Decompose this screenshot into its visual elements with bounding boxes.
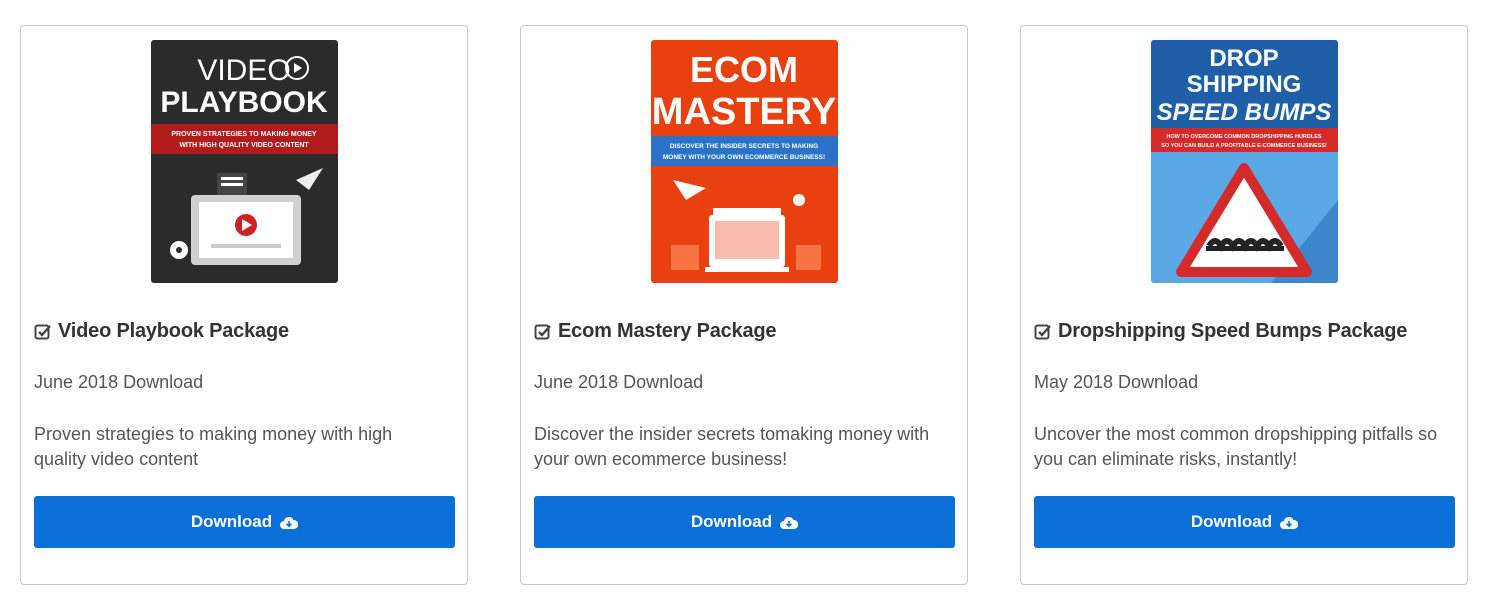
svg-text:DISCOVER THE INSIDER SECRETS T: DISCOVER THE INSIDER SECRETS TO MAKING bbox=[670, 143, 818, 150]
package-title-row: Video Playbook Package bbox=[34, 320, 289, 343]
cloud-download-icon bbox=[280, 515, 299, 529]
check-square-icon bbox=[1034, 323, 1052, 341]
svg-text:SHIPPING: SHIPPING bbox=[1187, 71, 1302, 98]
svg-text:HOW TO OVERCOME COMMON DROPSHI: HOW TO OVERCOME COMMON DROPSHIPPING HURD… bbox=[1166, 134, 1321, 140]
release-date: June 2018 Download bbox=[34, 372, 204, 392]
product-card-ecom-mastery: ECOM MASTERY DISCOVER THE INSIDER SECRET… bbox=[520, 25, 968, 585]
release-date: June 2018 Download bbox=[534, 372, 704, 392]
download-button-label: Download bbox=[1190, 512, 1273, 531]
cover-image[interactable]: DROP SHIPPING SPEED BUMPS HOW TO OVERCOM… bbox=[1151, 40, 1338, 283]
check-square-icon bbox=[534, 323, 552, 341]
svg-text:ECOM: ECOM bbox=[690, 49, 798, 90]
package-title: Dropshipping Speed Bumps Package bbox=[1058, 320, 1408, 342]
download-button[interactable]: Download bbox=[534, 496, 955, 548]
package-title-row: Ecom Mastery Package bbox=[534, 320, 777, 343]
product-card-dropshipping-speed-bumps: DROP SHIPPING SPEED BUMPS HOW TO OVERCOM… bbox=[1020, 25, 1468, 585]
package-title: Ecom Mastery Package bbox=[558, 320, 777, 342]
download-button-label: Download bbox=[690, 512, 773, 531]
cover-image[interactable]: VIDEO PLAYBOOK PROVEN STRATEGIES TO MAKI… bbox=[151, 40, 338, 283]
svg-text:PROVEN STRATEGIES TO MAKING MO: PROVEN STRATEGIES TO MAKING MONEY bbox=[171, 131, 317, 138]
svg-text:SPEED BUMPS: SPEED BUMPS bbox=[1157, 99, 1332, 126]
cloud-download-icon bbox=[780, 515, 799, 529]
cover-image[interactable]: ECOM MASTERY DISCOVER THE INSIDER SECRET… bbox=[651, 40, 838, 283]
product-card-video-playbook: VIDEO PLAYBOOK PROVEN STRATEGIES TO MAKI… bbox=[20, 25, 468, 585]
package-title: Video Playbook Package bbox=[58, 320, 289, 342]
svg-text:WITH HIGH QUALITY VIDEO CONTEN: WITH HIGH QUALITY VIDEO CONTENT bbox=[179, 142, 309, 149]
package-description: Proven strategies to making money with h… bbox=[34, 424, 393, 469]
download-button[interactable]: Download bbox=[34, 496, 455, 548]
product-grid: VIDEO PLAYBOOK PROVEN STRATEGIES TO MAKI… bbox=[0, 0, 1491, 612]
release-date: May 2018 Download bbox=[1034, 372, 1199, 392]
svg-text:DROP: DROP bbox=[1209, 45, 1278, 72]
check-square-icon bbox=[34, 323, 52, 341]
svg-text:MASTERY: MASTERY bbox=[652, 91, 836, 133]
package-description: Uncover the most common dropshipping pit… bbox=[1034, 424, 1438, 469]
package-title-row: Dropshipping Speed Bumps Package bbox=[1034, 320, 1407, 343]
cloud-download-icon bbox=[1280, 515, 1299, 529]
svg-text:SO YOU CAN BUILD A PROFITABLE: SO YOU CAN BUILD A PROFITABLE E-COMMERCE… bbox=[1161, 143, 1327, 149]
download-button[interactable]: Download bbox=[1034, 496, 1455, 548]
download-button-label: Download bbox=[190, 512, 273, 531]
svg-text:VIDEO: VIDEO bbox=[197, 54, 290, 87]
svg-text:MONEY WITH YOUR OWN ECOMMERCE: MONEY WITH YOUR OWN ECOMMERCE BUSINESS! bbox=[663, 154, 825, 161]
svg-text:PLAYBOOK: PLAYBOOK bbox=[160, 86, 328, 119]
package-description: Discover the insider secrets tomaking mo… bbox=[534, 424, 930, 469]
